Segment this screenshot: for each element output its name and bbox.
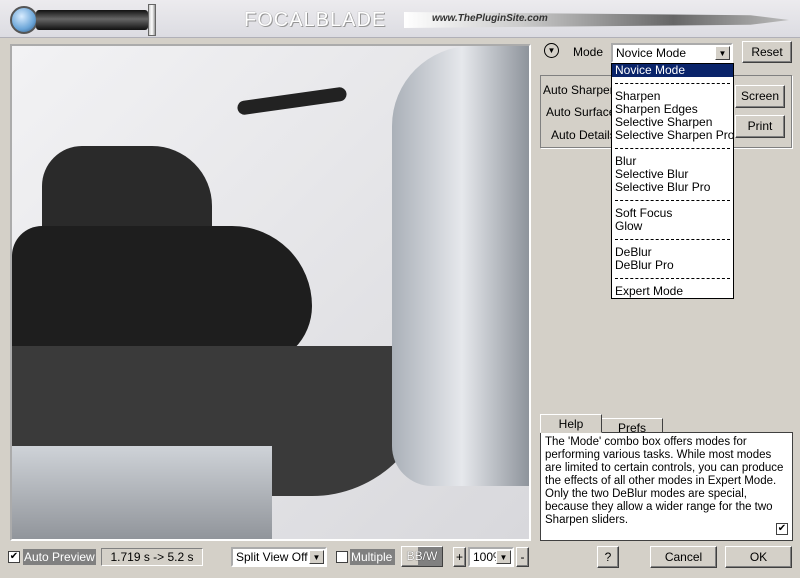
scooter-floor: [12, 446, 272, 539]
bw-toggle-button[interactable]: BB/W: [401, 546, 443, 567]
auto-surface-label: Auto Surface: [546, 105, 616, 119]
chevron-down-icon[interactable]: ▼: [309, 550, 324, 564]
auto-details-label: Auto Details: [551, 128, 616, 142]
dropdown-option[interactable]: Novice Mode: [612, 64, 733, 77]
mode-dropdown-list[interactable]: Novice Mode Sharpen Sharpen Edges Selective…: [611, 63, 734, 299]
mode-label: Mode: [573, 45, 604, 59]
scooter-handlebar: [236, 86, 348, 116]
scooter-seat: [12, 226, 312, 366]
dropdown-option[interactable]: DeBlur Pro: [612, 259, 733, 272]
dropdown-separator: [612, 272, 733, 285]
chevron-down-icon[interactable]: ▼: [496, 550, 511, 564]
timing-readout: 1.719 s -> 5.2 s: [101, 548, 203, 566]
mode-value: Novice Mode: [616, 46, 687, 60]
scooter-front: [392, 46, 529, 486]
logo-knob: [10, 6, 38, 34]
dropdown-separator: [612, 142, 733, 155]
header-banner: FOCALBLADE www.ThePluginSite.com: [0, 0, 800, 38]
auto-preview-label[interactable]: Auto Preview: [23, 549, 96, 565]
split-view-combo[interactable]: Split View Off ▼: [231, 547, 327, 567]
image-preview[interactable]: [10, 44, 531, 541]
ok-button[interactable]: OK: [725, 546, 792, 568]
multiple-label[interactable]: Multiple: [350, 549, 395, 565]
chevron-down-icon[interactable]: ▼: [715, 46, 730, 60]
tab-help[interactable]: Help: [540, 414, 602, 433]
dropdown-option[interactable]: Selective Blur Pro: [612, 181, 733, 194]
mode-menu-icon[interactable]: ▼: [544, 43, 559, 58]
logo-guard: [148, 4, 156, 36]
logo-handle: [36, 10, 148, 30]
website-link[interactable]: www.ThePluginSite.com: [432, 13, 548, 24]
help-text-box: The 'Mode' combo box offers modes for pe…: [540, 432, 793, 541]
dropdown-separator: [612, 194, 733, 207]
dropdown-separator: [612, 233, 733, 246]
split-view-value: Split View Off: [236, 550, 308, 564]
tab-prefs[interactable]: Prefs: [601, 418, 663, 435]
dropdown-option[interactable]: Glow: [612, 220, 733, 233]
print-button[interactable]: Print: [735, 115, 785, 138]
dropdown-option[interactable]: Selective Sharpen Pro: [612, 129, 734, 142]
multiple-checkbox[interactable]: [336, 551, 348, 563]
brand-title: FOCALBLADE: [244, 9, 387, 31]
reset-button[interactable]: Reset: [742, 41, 792, 63]
zoom-out-button[interactable]: -: [516, 547, 529, 567]
help-checkbox[interactable]: ✔: [776, 523, 788, 535]
help-text: The 'Mode' combo box offers modes for pe…: [545, 436, 784, 526]
screen-button[interactable]: Screen: [735, 85, 785, 108]
dropdown-option[interactable]: Expert Mode: [612, 285, 733, 298]
dropdown-separator: [612, 77, 733, 90]
zoom-in-button[interactable]: +: [453, 547, 466, 567]
auto-sharpen-label: Auto Sharpen: [543, 83, 617, 97]
zoom-combo[interactable]: 100% ▼: [468, 547, 514, 567]
auto-preview-checkbox[interactable]: ✔: [8, 551, 20, 563]
help-button[interactable]: ?: [597, 546, 619, 568]
mode-combo[interactable]: Novice Mode ▼: [611, 43, 733, 63]
cancel-button[interactable]: Cancel: [650, 546, 717, 568]
